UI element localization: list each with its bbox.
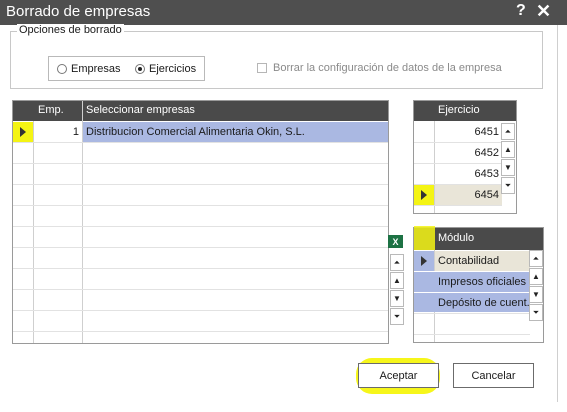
companies-grid: Emp. Seleccionar empresas 1 Distribucion… (12, 100, 389, 344)
radio-empresas-dot[interactable] (57, 64, 67, 74)
close-icon[interactable]: ✕ (536, 1, 551, 22)
nav-next-icon[interactable]: ▼ (390, 290, 404, 307)
options-legend: Opciones de borrado (17, 24, 124, 36)
col-name-header[interactable]: Seleccionar empresas (86, 104, 195, 116)
nav-prev-icon[interactable]: ▲ (501, 141, 515, 158)
title-bar: Borrado de empresas ? ✕ (0, 0, 567, 25)
excel-export-icon[interactable]: X (388, 235, 403, 248)
borrar-config-checkbox[interactable]: Borrar la configuración de datos de la e… (257, 62, 502, 74)
row-indicator-arrow-icon (13, 122, 33, 142)
modulo-grid: Módulo Contabilidad Impresos oficiales D… (413, 226, 544, 343)
modulo-cell[interactable]: Impresos oficiales (438, 276, 526, 288)
modulo-cell[interactable]: Depósito de cuent... (438, 297, 536, 309)
ejercicio-cell[interactable]: 6453 (436, 168, 499, 180)
company-emp-cell: 1 (72, 126, 79, 138)
radio-ejercicios-label: Ejercicios (149, 63, 197, 75)
accept-button[interactable]: Aceptar (358, 363, 439, 388)
modulo-header-highlight (414, 226, 435, 250)
help-icon[interactable]: ? (516, 2, 526, 20)
radio-empresas-label: Empresas (71, 63, 121, 75)
nav-prev-icon[interactable]: ▲ (529, 268, 543, 285)
nav-first-icon[interactable]: ⏶ (390, 254, 404, 271)
window-title: Borrado de empresas (6, 3, 151, 20)
modulo-cell[interactable]: Contabilidad (438, 255, 499, 267)
ejercicio-cell[interactable]: 6454 (436, 189, 499, 201)
nav-prev-icon[interactable]: ▲ (390, 272, 404, 289)
ejercicio-nav: ⏶ ▲ ▼ ⏷ (501, 123, 515, 195)
radio-ejercicios[interactable]: Ejercicios (135, 63, 196, 75)
modulo-row-indicator-icon (414, 251, 434, 271)
nav-last-icon[interactable]: ⏷ (529, 304, 543, 321)
nav-first-icon[interactable]: ⏶ (501, 123, 515, 140)
company-name-cell: Distribucion Comercial Alimentaria Okin,… (86, 126, 305, 138)
nav-next-icon[interactable]: ▼ (501, 159, 515, 176)
mode-radio-group: Empresas Ejercicios (48, 56, 205, 81)
ejercicio-row-indicator-icon (414, 185, 434, 205)
cancel-button[interactable]: Cancelar (453, 363, 534, 388)
nav-last-icon[interactable]: ⏷ (501, 177, 515, 194)
checkbox-label: Borrar la configuración de datos de la e… (273, 62, 502, 74)
ejercicio-grid-header: Ejercicio (414, 101, 516, 121)
ejercicio-cell[interactable]: 6451 (436, 126, 499, 138)
checkbox-box[interactable] (257, 63, 267, 73)
nav-first-icon[interactable]: ⏶ (529, 250, 543, 267)
options-groupbox: Opciones de borrado Empresas Ejercicios … (10, 24, 543, 89)
companies-nav: ⏶ ▲ ▼ ⏷ (390, 254, 404, 326)
nav-next-icon[interactable]: ▼ (529, 286, 543, 303)
modulo-header[interactable]: Módulo (438, 232, 474, 244)
modulo-nav: ⏶ ▲ ▼ ⏷ (529, 250, 543, 322)
col-emp-header[interactable]: Emp. (38, 104, 64, 116)
ejercicio-header[interactable]: Ejercicio (438, 104, 480, 116)
nav-last-icon[interactable]: ⏷ (390, 308, 404, 325)
radio-empresas[interactable]: Empresas (57, 63, 121, 75)
radio-ejercicios-dot[interactable] (135, 64, 145, 74)
ejercicio-cell[interactable]: 6452 (436, 147, 499, 159)
companies-grid-header: Emp. Seleccionar empresas (13, 101, 388, 121)
